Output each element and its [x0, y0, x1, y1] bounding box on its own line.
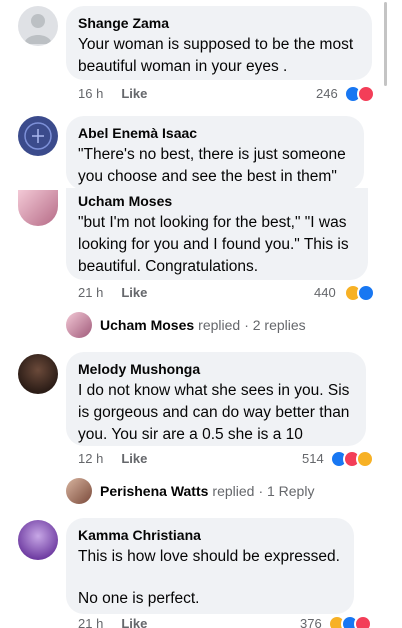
comment-meta: 16 h Like: [78, 86, 147, 102]
comment-text: "but I'm not looking for the best," "I w…: [78, 214, 349, 275]
comment-time[interactable]: 21 h: [78, 285, 103, 300]
reaction-count[interactable]: 440: [314, 285, 336, 301]
comment-text: "There's no best, there is just someone …: [78, 146, 346, 185]
like-button[interactable]: Like: [121, 86, 147, 101]
reply-action: replied: [212, 483, 255, 499]
comment-bubble: Melody Mushonga I do not know what she s…: [66, 352, 366, 446]
like-reaction-icon: [357, 284, 375, 302]
reaction-icons[interactable]: [344, 85, 375, 103]
comment-bubble: Shange Zama Your woman is supposed to be…: [66, 6, 372, 80]
view-replies-link[interactable]: Ucham Moses replied · 2 replies: [66, 312, 306, 338]
reply-author[interactable]: Perishena Watts: [100, 483, 208, 499]
comment-author[interactable]: Abel Enemà Isaac: [78, 124, 352, 142]
comment-bubble: Ucham Moses "but I'm not looking for the…: [66, 188, 368, 280]
comment-time[interactable]: 16 h: [78, 86, 103, 101]
reaction-icons[interactable]: [344, 284, 375, 302]
comment-text: No one is perfect.: [78, 590, 200, 607]
view-replies-link[interactable]: Perishena Watts replied · 1 Reply: [66, 478, 314, 504]
like-button[interactable]: Like: [121, 616, 147, 628]
reply-count[interactable]: · 2 replies: [244, 317, 305, 333]
reaction-count[interactable]: 376: [300, 616, 322, 628]
reply-avatar: [66, 312, 92, 338]
love-reaction-icon: [357, 85, 375, 103]
reply-action: replied: [198, 317, 241, 333]
avatar[interactable]: [18, 520, 58, 560]
comment-text: Your woman is supposed to be the most be…: [78, 36, 354, 75]
comment-meta: 21 h Like: [78, 285, 147, 301]
haha-reaction-icon: [356, 450, 374, 468]
reaction-count[interactable]: 514: [302, 451, 324, 467]
reply-avatar: [66, 478, 92, 504]
avatar[interactable]: [18, 6, 58, 46]
reaction-count[interactable]: 246: [316, 86, 338, 102]
comment-text: I do not know what she sees in you. Sis …: [78, 382, 350, 443]
avatar[interactable]: [18, 354, 58, 394]
comment-author[interactable]: Melody Mushonga: [78, 360, 354, 378]
comment-meta: 12 h Like: [78, 451, 147, 467]
avatar[interactable]: [18, 190, 58, 226]
like-button[interactable]: Like: [121, 285, 147, 300]
comment-meta: 21 h Like: [78, 616, 147, 628]
reaction-icons[interactable]: [330, 450, 374, 468]
reply-author[interactable]: Ucham Moses: [100, 317, 194, 333]
comment-time[interactable]: 21 h: [78, 616, 103, 628]
reaction-icons[interactable]: [328, 615, 372, 628]
love-reaction-icon: [354, 615, 372, 628]
comment-author[interactable]: Ucham Moses: [78, 192, 356, 210]
default-avatar-icon: [24, 14, 52, 44]
reply-count[interactable]: · 1 Reply: [258, 483, 314, 499]
like-button[interactable]: Like: [121, 451, 147, 466]
avatar[interactable]: [18, 116, 58, 156]
comment-author[interactable]: Shange Zama: [78, 14, 360, 32]
comment-author[interactable]: Kamma Christiana: [78, 526, 342, 544]
comment-text: This is how love should be expressed.: [78, 548, 340, 565]
comment-time[interactable]: 12 h: [78, 451, 103, 466]
comment-bubble: Abel Enemà Isaac "There's no best, there…: [66, 116, 364, 190]
comment-bubble: Kamma Christiana This is how love should…: [66, 518, 354, 614]
scrollbar[interactable]: [384, 2, 387, 86]
avatar-logo-icon: [24, 122, 52, 150]
